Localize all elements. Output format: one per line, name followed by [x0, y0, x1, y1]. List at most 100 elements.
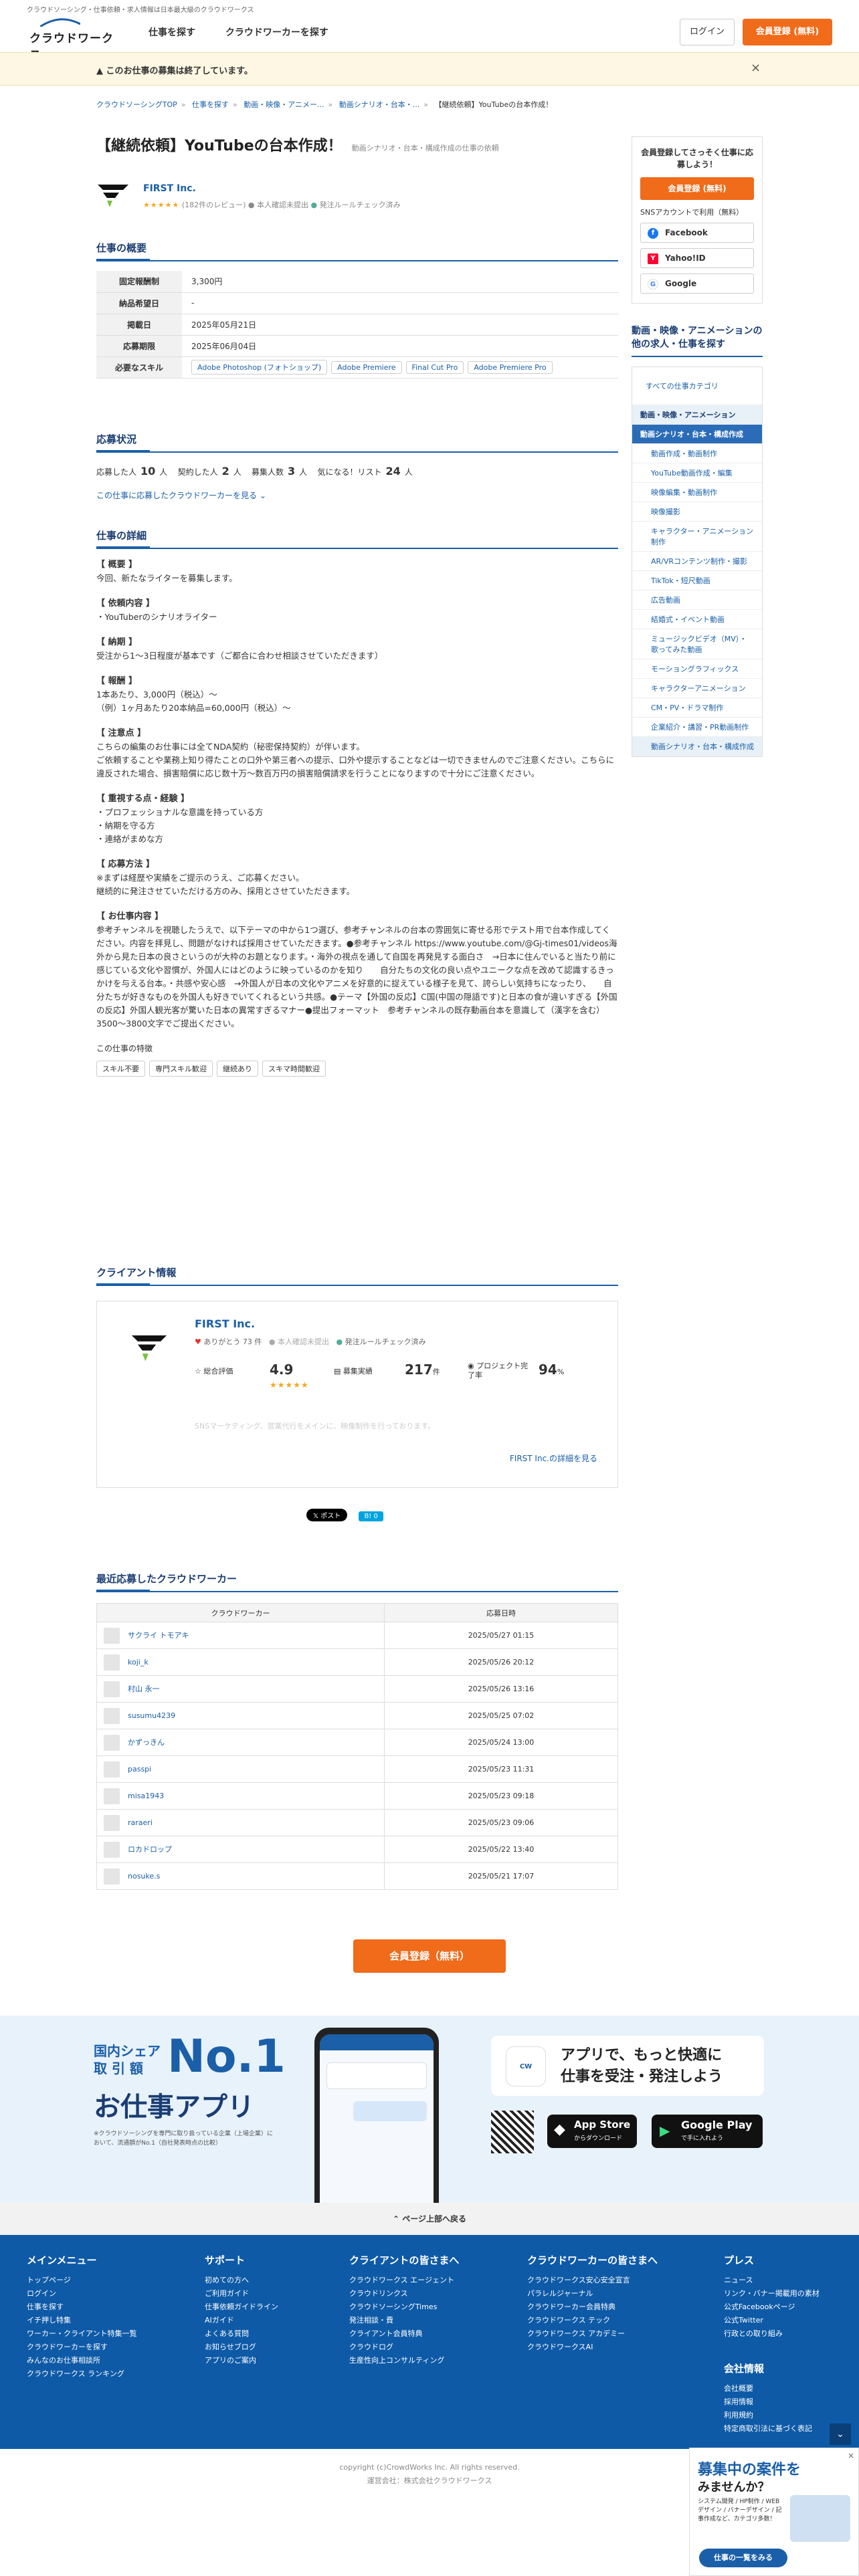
category-item[interactable]: ミュージックビデオ（MV）・歌ってみた動画 — [632, 629, 762, 659]
worker-cell[interactable]: nosuke.s — [96, 1862, 385, 1890]
footer-link[interactable]: アプリのご案内 — [205, 2354, 278, 2367]
category-item[interactable]: CM・PV・ドラマ制作 — [632, 698, 762, 718]
skill-tag[interactable]: Adobe Premiere Pro — [468, 361, 553, 374]
footer-link[interactable]: ワーカー・クライアント特集一覧 — [27, 2327, 137, 2341]
footer-link[interactable]: 会社概要 — [724, 2382, 812, 2395]
footer-link[interactable]: ニュース — [724, 2274, 820, 2287]
footer-link[interactable]: クラウドワークスAI — [527, 2341, 658, 2354]
category-item[interactable]: キャラクター・アニメーション制作 — [632, 522, 762, 552]
view-applicants-link[interactable]: この仕事に応募したクラウドワーカーを見る — [96, 491, 257, 500]
category-item[interactable]: YouTube動画作成・編集 — [632, 463, 762, 483]
client-name[interactable]: FIRST Inc. — [143, 183, 196, 194]
job-category[interactable]: 動画シナリオ・台本・構成作成の仕事の依頼 — [352, 144, 499, 152]
worker-name[interactable]: ロカドロップ — [128, 1845, 172, 1854]
footer-link[interactable]: 利用規約 — [724, 2409, 812, 2422]
x-post-button[interactable]: 𝕏 ポスト — [306, 1509, 348, 1521]
worker-name[interactable]: koji_k — [128, 1658, 149, 1667]
footer-link[interactable]: よくある質問 — [205, 2327, 278, 2341]
worker-name[interactable]: かずっきん — [128, 1738, 165, 1747]
footer-link[interactable]: イチ押し特集 — [27, 2314, 137, 2327]
footer-link[interactable]: 採用情報 — [724, 2395, 812, 2409]
footer-link[interactable]: クラウドリンクス — [349, 2287, 459, 2300]
footer-link[interactable]: ログイン — [27, 2287, 137, 2300]
avatar[interactable] — [104, 1734, 120, 1751]
footer-link[interactable]: 生産性向上コンサルティング — [349, 2354, 459, 2367]
worker-cell[interactable]: passpi — [96, 1755, 385, 1783]
footer-link[interactable]: 特定商取引法に基づく表記 — [724, 2422, 812, 2436]
footer-link[interactable]: 初めての方へ — [205, 2274, 278, 2287]
worker-cell[interactable]: susumu4239 — [96, 1702, 385, 1729]
floating-banner[interactable]: 募集中の案件を みませんか？ システム開発 / HP制作 / WEBデザイン /… — [689, 2448, 859, 2576]
nav-find-workers[interactable]: クラウドワーカーを探す — [225, 27, 328, 38]
close-icon[interactable]: × — [751, 61, 761, 75]
footer-link[interactable]: パラレルジャーナル — [527, 2287, 658, 2300]
worker-name[interactable]: misa1943 — [128, 1792, 164, 1800]
worker-name[interactable]: raraeri — [128, 1818, 153, 1827]
client-logo-icon[interactable] — [96, 181, 130, 210]
footer-link[interactable]: 行政との取り組み — [724, 2327, 820, 2341]
google-play-button[interactable]: ▶ Google Play で手に入れよう — [652, 2115, 763, 2148]
sidebar-register-button[interactable]: 会員登録 (無料) — [640, 177, 754, 200]
worker-name[interactable]: nosuke.s — [128, 1872, 160, 1881]
avatar[interactable] — [104, 1654, 120, 1671]
register-button[interactable]: 会員登録 (無料) — [743, 19, 832, 45]
hatena-button[interactable]: B! 0 — [359, 1511, 383, 1521]
banner-button[interactable]: 仕事の一覧をみる — [699, 2549, 787, 2567]
footer-link[interactable]: AIガイド — [205, 2314, 278, 2327]
category-group[interactable]: 動画・映像・アニメーション — [632, 405, 762, 425]
review-count[interactable]: (182件のレビュー) — [182, 201, 246, 209]
footer-link[interactable]: クラウドログ — [349, 2341, 459, 2354]
footer-link[interactable]: ご利用ガイド — [205, 2287, 278, 2300]
yahoo-login-button[interactable]: Y Yahoo!ID — [640, 248, 754, 268]
login-button[interactable]: ログイン — [680, 19, 735, 45]
client-detail-link[interactable]: FIRST Inc.の詳細を見る — [510, 1453, 597, 1464]
category-item[interactable]: 映像撮影 — [632, 502, 762, 522]
footer-link[interactable]: クラウドワークス安心安全宣言 — [527, 2274, 658, 2287]
category-item[interactable]: 動画作成・動画制作 — [632, 444, 762, 463]
avatar[interactable] — [104, 1707, 120, 1724]
breadcrumb-jobs[interactable]: 仕事を探す — [192, 100, 229, 109]
footer-link[interactable]: クラウドソーシングTimes — [349, 2300, 459, 2314]
footer-link[interactable]: クラウドワーカー会員特典 — [527, 2300, 658, 2314]
bottom-register-button[interactable]: 会員登録（無料） — [353, 1939, 506, 1973]
avatar[interactable] — [104, 1788, 120, 1804]
footer-link[interactable]: 公式Facebookページ — [724, 2300, 820, 2314]
all-categories-link[interactable]: すべての仕事カテゴリ — [632, 367, 762, 405]
worker-cell[interactable]: ロカドロップ — [96, 1836, 385, 1863]
skill-tag[interactable]: Final Cut Pro — [405, 361, 464, 374]
worker-cell[interactable]: 村山 永一 — [96, 1675, 385, 1703]
avatar[interactable] — [104, 1627, 120, 1644]
client-card-name[interactable]: FIRST Inc. — [195, 1317, 255, 1330]
category-item[interactable]: キャラクターアニメーション — [632, 679, 762, 698]
footer-link[interactable]: 公式Twitter — [724, 2314, 820, 2327]
breadcrumb-subcategory[interactable]: 動画シナリオ・台本・... — [339, 100, 420, 109]
category-item[interactable]: 企業紹介・講習・PR動画制作 — [632, 718, 762, 737]
client-logo-icon[interactable] — [129, 1331, 169, 1364]
avatar[interactable] — [104, 1814, 120, 1831]
avatar[interactable] — [104, 1841, 120, 1858]
footer-link[interactable]: トップページ — [27, 2274, 137, 2287]
close-icon[interactable]: × — [848, 2451, 854, 2460]
breadcrumb-top[interactable]: クラウドソーシングTOP — [96, 100, 177, 109]
category-item[interactable]: AR/VRコンテンツ制作・撮影 — [632, 552, 762, 571]
footer-link[interactable]: 発注相談・費 — [349, 2314, 459, 2327]
app-store-button[interactable]: ◆ App Store からダウンロード — [547, 2115, 637, 2148]
category-current[interactable]: 動画シナリオ・台本・構成作成 — [632, 737, 762, 756]
footer-link[interactable]: クライアント会員特典 — [349, 2327, 459, 2341]
worker-cell[interactable]: misa1943 — [96, 1782, 385, 1810]
facebook-login-button[interactable]: f Facebook — [640, 223, 754, 243]
skill-tag[interactable]: Adobe Premiere — [331, 361, 402, 374]
nav-find-jobs[interactable]: 仕事を探す — [149, 27, 195, 38]
page-top-link[interactable]: ⌃ ページ上部へ戻る — [0, 2203, 859, 2235]
category-item[interactable]: モーショングラフィックス — [632, 659, 762, 679]
worker-name[interactable]: 村山 永一 — [128, 1685, 160, 1693]
worker-name[interactable]: passpi — [128, 1765, 151, 1774]
category-item[interactable]: 広告動画 — [632, 591, 762, 610]
footer-link[interactable]: クラウドワークス アカデミー — [527, 2327, 658, 2341]
category-item[interactable]: TikTok・短尺動画 — [632, 571, 762, 591]
worker-cell[interactable]: サクライ トモアキ — [96, 1622, 385, 1649]
footer-link[interactable]: 仕事依頼ガイドライン — [205, 2300, 278, 2314]
worker-cell[interactable]: かずっきん — [96, 1729, 385, 1756]
avatar[interactable] — [104, 1868, 120, 1885]
skill-tag[interactable]: Adobe Photoshop (フォトショップ) — [191, 360, 328, 374]
